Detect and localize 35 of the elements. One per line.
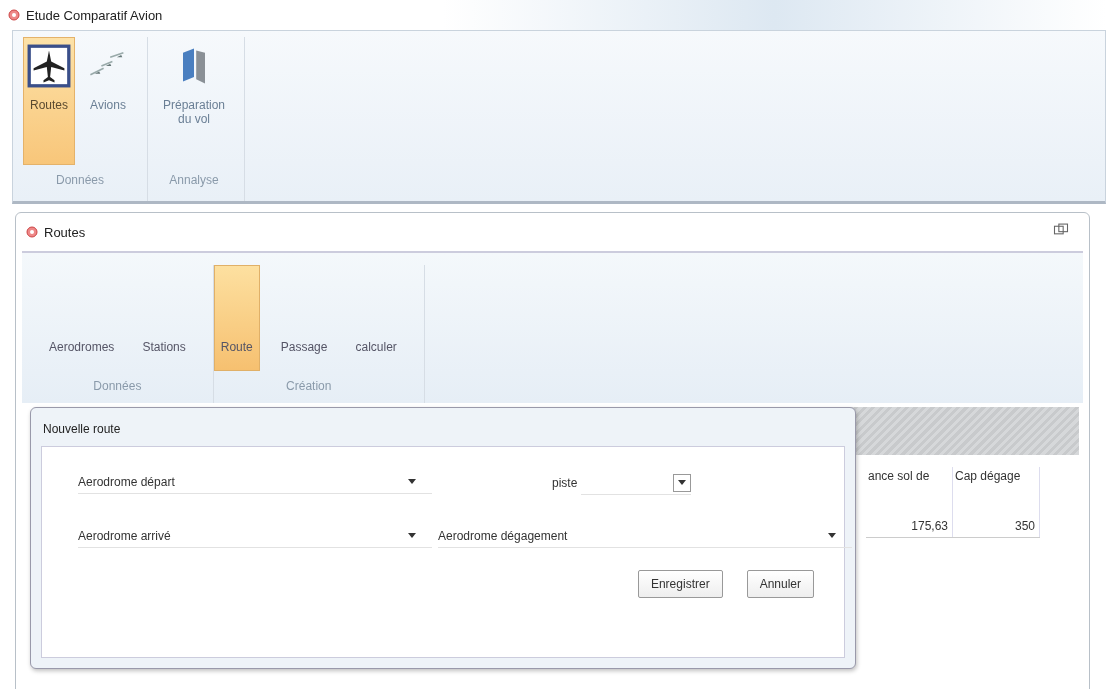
ribbon-button[interactable]: Aerodromes	[42, 265, 122, 371]
column-header: ance sol de	[866, 467, 953, 515]
table-cell: 350	[952, 515, 1040, 538]
ribbon-button[interactable]: Passage	[273, 265, 335, 371]
table-cell: 175,63	[866, 515, 953, 538]
caret-icon	[408, 479, 416, 484]
ribbon-button[interactable]: Route	[213, 265, 260, 371]
ribbon-button[interactable]: Avions	[79, 37, 137, 165]
dialog-button[interactable]: Enregistrer	[637, 570, 723, 598]
ribbon-button[interactable]: Routes	[23, 37, 75, 165]
app-icon	[8, 9, 20, 21]
field-label: Aerodrome arrivé	[78, 529, 171, 543]
caret-icon	[678, 480, 687, 485]
dialog-button[interactable]: Annuler	[746, 570, 814, 598]
window-title: Etude Comparatif Avion	[26, 7, 163, 23]
group-label: Annalyse	[169, 173, 219, 187]
airplane-icon	[27, 44, 71, 88]
ribbon-button[interactable]: Préparation du vol	[154, 37, 234, 165]
group-label: Données	[55, 173, 104, 187]
field-label: piste	[552, 476, 578, 490]
ribbon-button[interactable]: calculer	[348, 265, 404, 371]
dropdown-field[interactable]	[581, 471, 692, 495]
app-icon	[26, 226, 38, 238]
group-label: Création	[286, 379, 332, 393]
dropdown-button[interactable]	[673, 473, 692, 492]
group-label: Données	[93, 379, 142, 393]
field-label: Aerodrome départ	[78, 475, 175, 489]
field-label: Aerodrome dégagement	[438, 529, 568, 543]
dialog-title: Nouvelle route	[42, 421, 122, 438]
caret-icon	[828, 533, 836, 538]
restore-icon[interactable]	[1053, 223, 1069, 236]
column-header: Cap dégage	[952, 467, 1040, 515]
caret-icon	[408, 533, 416, 538]
ribbon-button[interactable]: Stations	[135, 265, 193, 371]
window-title: Routes	[44, 224, 86, 240]
